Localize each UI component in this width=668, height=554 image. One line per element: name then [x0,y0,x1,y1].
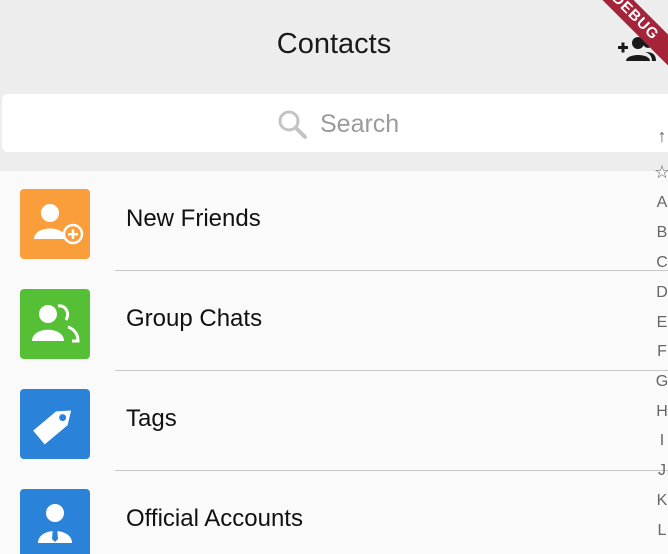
contacts-screen: Contacts DEBUG Search New Friends Group … [0,0,668,554]
list-item-tags[interactable]: Tags [0,371,668,471]
index-letter[interactable]: D [650,284,668,302]
index-letter[interactable]: C [650,254,668,272]
index-letter[interactable]: F [650,343,668,361]
list-item-label: Official Accounts [126,505,303,532]
list-item-new-friends[interactable]: New Friends [0,171,668,271]
page-title: Contacts [276,28,392,60]
list-item-label: Group Chats [126,305,263,332]
contacts-list: New Friends Group Chats Tags Official Ac… [0,171,668,554]
index-letter[interactable]: I [650,432,668,450]
list-item-group-chats[interactable]: Group Chats [0,271,668,371]
list-item-label: Tags [126,405,177,432]
index-letter[interactable]: G [650,373,668,391]
official-accounts-icon [20,489,90,554]
app-bar: Contacts [0,8,668,84]
group-chats-icon [20,289,90,359]
list-item-label: New Friends [126,205,261,232]
index-letter[interactable]: J [650,462,668,480]
search-placeholder: Search [320,109,400,138]
search-bar[interactable]: Search [2,94,668,152]
search-icon [278,110,307,139]
index-letter[interactable]: ↑ [650,126,668,147]
index-letter[interactable]: ☆ [650,162,668,183]
index-letter[interactable]: K [650,492,668,510]
index-letter[interactable]: A [650,194,668,212]
index-letter[interactable]: B [650,224,668,242]
index-letter[interactable]: H [650,403,668,421]
tag-icon [20,389,90,459]
index-letter[interactable]: E [650,314,668,332]
list-item-official-accounts[interactable]: Official Accounts [0,471,668,554]
new-friends-icon [20,189,90,259]
status-bar [0,0,668,8]
index-letter[interactable]: L [650,522,668,540]
